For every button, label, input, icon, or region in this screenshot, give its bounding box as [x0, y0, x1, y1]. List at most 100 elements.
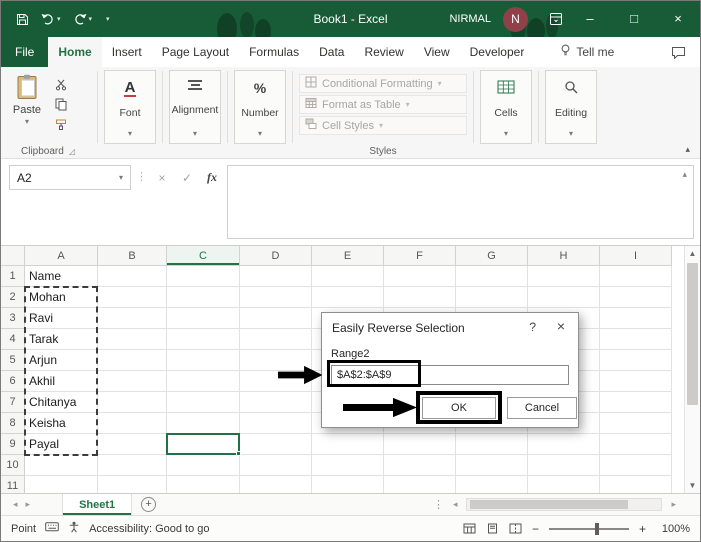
cell-E10[interactable] [312, 455, 384, 476]
number-group-button[interactable]: % Number ▾ [234, 70, 286, 144]
row-header-11[interactable]: 11 [1, 476, 25, 493]
vertical-scrollbar[interactable]: ▲ ▼ [684, 246, 700, 493]
cell-D2[interactable] [240, 287, 312, 308]
zoom-level[interactable]: 100% [656, 523, 690, 535]
horizontal-scrollbar[interactable]: ⋮ ◂ ▸ [433, 498, 700, 511]
cell-B4[interactable] [98, 329, 167, 350]
cell-I5[interactable] [600, 350, 672, 371]
cell-I11[interactable] [600, 476, 672, 493]
cell-E9[interactable] [312, 434, 384, 455]
tab-view[interactable]: View [414, 37, 460, 67]
cell-F11[interactable] [384, 476, 456, 493]
cell-D10[interactable] [240, 455, 312, 476]
cell-D4[interactable] [240, 329, 312, 350]
select-all-corner[interactable] [1, 246, 25, 266]
cell-C10[interactable] [167, 455, 240, 476]
insert-function-icon[interactable]: fx [202, 165, 222, 190]
tab-formulas[interactable]: Formulas [239, 37, 309, 67]
name-box-dropdown-icon[interactable]: ▾ [119, 173, 123, 182]
cell-I10[interactable] [600, 455, 672, 476]
cell-E2[interactable] [312, 287, 384, 308]
column-header-E[interactable]: E [312, 246, 384, 266]
dialog-close-icon[interactable]: × [557, 318, 565, 334]
dialog-help-icon[interactable]: ? [529, 320, 536, 334]
zoom-out-icon[interactable]: − [532, 522, 539, 536]
cell-B1[interactable] [98, 266, 167, 287]
cancel-button[interactable]: Cancel [507, 397, 577, 419]
cell-C8[interactable] [167, 413, 240, 434]
tab-page-layout[interactable]: Page Layout [152, 37, 239, 67]
cell-H11[interactable] [528, 476, 600, 493]
ok-button[interactable]: OK [422, 397, 496, 419]
cell-I2[interactable] [600, 287, 672, 308]
cell-C4[interactable] [167, 329, 240, 350]
cell-C1[interactable] [167, 266, 240, 287]
cell-styles-button[interactable]: Cell Styles ▾ [299, 116, 467, 135]
redo-button[interactable]: ▾ [68, 6, 98, 32]
scroll-down-icon[interactable]: ▼ [685, 478, 700, 493]
cell-F9[interactable] [384, 434, 456, 455]
scroll-up-icon[interactable]: ▲ [685, 246, 700, 261]
row-header-4[interactable]: 4 [1, 329, 25, 350]
sheet-nav-left-icon[interactable]: ◂ [9, 499, 22, 510]
copy-icon[interactable] [49, 97, 73, 112]
cell-G1[interactable] [456, 266, 528, 287]
minimize-button[interactable]: – [568, 1, 612, 37]
cell-G9[interactable] [456, 434, 528, 455]
column-header-F[interactable]: F [384, 246, 456, 266]
cell-G11[interactable] [456, 476, 528, 493]
alignment-group-button[interactable]: Alignment ▾ [169, 70, 221, 144]
cell-C7[interactable] [167, 392, 240, 413]
cell-B6[interactable] [98, 371, 167, 392]
horizontal-scroll-track[interactable] [466, 498, 663, 511]
undo-dropdown-icon[interactable]: ▾ [57, 15, 61, 23]
keyboard-icon[interactable] [45, 522, 59, 535]
format-painter-icon[interactable] [49, 117, 73, 132]
cell-G10[interactable] [456, 455, 528, 476]
cell-I4[interactable] [600, 329, 672, 350]
cell-I9[interactable] [600, 434, 672, 455]
cell-D7[interactable] [240, 392, 312, 413]
row-header-6[interactable]: 6 [1, 371, 25, 392]
cell-A11[interactable] [25, 476, 98, 493]
tab-insert[interactable]: Insert [102, 37, 152, 67]
column-header-G[interactable]: G [456, 246, 528, 266]
cell-F2[interactable] [384, 287, 456, 308]
cell-C6[interactable] [167, 371, 240, 392]
editing-group-button[interactable]: Editing ▾ [545, 70, 597, 144]
cut-icon[interactable] [49, 77, 73, 92]
tell-me-button[interactable]: Tell me [560, 37, 614, 67]
scrollbar-grip-icon[interactable]: ⋮ [433, 498, 444, 511]
redo-dropdown-icon[interactable]: ▾ [89, 15, 93, 23]
column-header-H[interactable]: H [528, 246, 600, 266]
avatar[interactable]: N [503, 6, 528, 32]
cell-I3[interactable] [600, 308, 672, 329]
normal-view-icon[interactable] [463, 523, 476, 534]
cell-B11[interactable] [98, 476, 167, 493]
cell-D3[interactable] [240, 308, 312, 329]
maximize-button[interactable]: □ [612, 1, 656, 37]
scroll-right-icon[interactable]: ▸ [667, 499, 680, 510]
tab-home[interactable]: Home [48, 37, 102, 67]
comment-icon[interactable] [657, 37, 700, 67]
cell-B3[interactable] [98, 308, 167, 329]
cell-D1[interactable] [240, 266, 312, 287]
cell-F10[interactable] [384, 455, 456, 476]
cell-A2[interactable]: Mohan [25, 287, 98, 308]
cell-A4[interactable]: Tarak [25, 329, 98, 350]
cell-C5[interactable] [167, 350, 240, 371]
cell-I6[interactable] [600, 371, 672, 392]
cell-F1[interactable] [384, 266, 456, 287]
formula-input[interactable]: ▴ [227, 165, 694, 239]
cell-C2[interactable] [167, 287, 240, 308]
column-header-C[interactable]: C [167, 246, 240, 266]
row-header-1[interactable]: 1 [1, 266, 25, 287]
new-sheet-button[interactable]: + [141, 497, 157, 512]
cell-A5[interactable]: Arjun [25, 350, 98, 371]
cell-C11[interactable] [167, 476, 240, 493]
cell-B2[interactable] [98, 287, 167, 308]
font-group-button[interactable]: A Font ▾ [104, 70, 156, 144]
formula-bar-collapse-icon[interactable]: ▴ [682, 169, 687, 180]
cell-E11[interactable] [312, 476, 384, 493]
row-header-8[interactable]: 8 [1, 413, 25, 434]
